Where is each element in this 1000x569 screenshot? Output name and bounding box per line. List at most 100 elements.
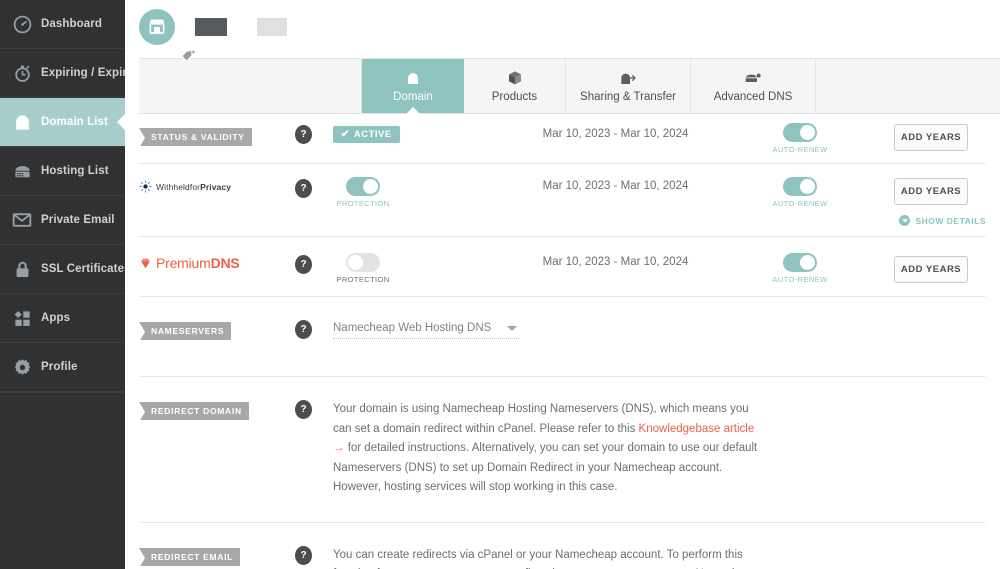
gear-icon: [11, 356, 33, 378]
sidebar-item-expiring-expired[interactable]: Expiring / Expired: [0, 49, 140, 98]
add-years-button[interactable]: ADD YEARS: [894, 256, 968, 283]
row-domain-privacy: WithheldforPrivacy ? PROTECTION Mar 10, …: [139, 164, 986, 237]
lock-icon: [11, 258, 33, 280]
sidebar-item-dashboard[interactable]: Dashboard: [0, 0, 125, 49]
privacy-protection-toggle[interactable]: [346, 177, 380, 196]
dns-server-icon: [744, 70, 762, 87]
row-premiumdns: PremiumDNS ? PROTECTION Mar 10, 2023 - M…: [139, 237, 986, 297]
sidebar-item-domain-list[interactable]: Domain List: [0, 98, 125, 147]
sidebar-item-profile[interactable]: Profile: [0, 343, 125, 392]
autorenew-toggle-wrap: AUTO-RENEW: [772, 253, 827, 284]
row-action-cell: ADD YEARS: [894, 251, 986, 283]
privacy-autorenew-toggle[interactable]: [783, 177, 817, 196]
sidebar-item-label: Apps: [41, 312, 71, 324]
help-icon[interactable]: ?: [295, 320, 312, 339]
premiumdns-logo: PremiumDNS: [139, 255, 295, 271]
tab-bar-tail: [816, 59, 1000, 113]
premiumdns-autorenew-toggle[interactable]: [783, 253, 817, 272]
help-icon[interactable]: ?: [295, 545, 312, 565]
brand-text: PremiumDNS: [156, 255, 240, 271]
brand-prefix: Withheldfor: [156, 181, 201, 192]
tab-sharing-transfer[interactable]: Sharing & Transfer: [566, 59, 691, 113]
privacy-burst-icon: [139, 180, 152, 193]
toggle-knob: [363, 179, 378, 194]
sidebar-item-label: Hosting List: [41, 165, 109, 177]
nameservers-select[interactable]: Namecheap Web Hosting DNS: [333, 322, 520, 339]
tab-products[interactable]: Products: [464, 59, 566, 113]
sidebar-item-hosting-list[interactable]: Hosting List: [0, 147, 125, 196]
row-autorenew-cell: AUTO-RENEW: [772, 177, 894, 208]
row-protection-cell: PROTECTION: [333, 251, 455, 284]
protection-toggle-wrap: PROTECTION: [336, 177, 390, 208]
row-help-cell: ?: [295, 318, 333, 339]
domain-header: [125, 0, 1000, 61]
nameservers-selected-value: Namecheap Web Hosting DNS: [333, 322, 492, 334]
add-years-button[interactable]: ADD YEARS: [894, 124, 968, 151]
avatar: [139, 9, 195, 61]
premiumdns-protection-toggle[interactable]: [346, 253, 380, 272]
tab-domain[interactable]: Domain: [362, 59, 464, 113]
row-redirect-domain: REDIRECT DOMAIN ? Your domain is using N…: [139, 377, 986, 523]
row-label-cell: REDIRECT EMAIL: [139, 544, 295, 568]
speedometer-icon: [11, 13, 33, 35]
row-select-cell: Namecheap Web Hosting DNS: [333, 318, 986, 339]
redirect-domain-label: REDIRECT DOMAIN: [139, 402, 249, 422]
redirect-domain-text-2: for detailed instructions. Alternatively…: [333, 442, 758, 493]
tab-label: Products: [491, 90, 538, 103]
brand-prefix: Premium: [156, 255, 211, 271]
redirect-email-text-1: You can create redirects via cPanel or y…: [333, 548, 757, 569]
detail-rows: STATUS & VALIDITY ? ✔ ACTIVE Mar 10, 2023…: [139, 114, 986, 569]
row-nameservers: NAMESERVERS ? Namecheap Web Hosting DNS: [139, 297, 986, 377]
tab-bar: Domain Products Sharing & Transfer Advan…: [139, 58, 1000, 114]
row-help-cell: ?: [295, 251, 333, 274]
chevron-down-icon: [899, 215, 911, 226]
tab-label: Domain: [393, 90, 433, 103]
brand-suffix: DNS: [210, 255, 240, 271]
tab-bar-spacer: [139, 59, 362, 113]
nameservers-label: NAMESERVERS: [139, 322, 232, 342]
autorenew-toggle[interactable]: [783, 123, 817, 142]
row-help-cell: ?: [295, 544, 333, 565]
protection-toggle-wrap: PROTECTION: [336, 253, 389, 284]
row-label-cell: WithheldforPrivacy: [139, 177, 295, 193]
status-badge: ✔ ACTIVE: [333, 126, 400, 143]
show-details-link[interactable]: SHOW DETAILS: [894, 215, 986, 226]
protection-caption: PROTECTION: [336, 199, 390, 208]
apps-icon: [11, 307, 33, 329]
help-icon[interactable]: ?: [295, 255, 312, 274]
help-icon[interactable]: ?: [295, 179, 312, 198]
chevron-down-icon: [507, 325, 518, 331]
autorenew-toggle-wrap: AUTO-RENEW: [772, 123, 827, 154]
redirect-email-description: You can create redirects via cPanel or y…: [333, 544, 763, 569]
row-action-cell: ADD YEARS SHOW DETAILS: [894, 177, 986, 226]
sidebar-item-apps[interactable]: Apps: [0, 294, 125, 343]
domain-status-placeholder: [257, 18, 287, 36]
domain-name-placeholder: [195, 18, 227, 36]
help-icon[interactable]: ?: [295, 400, 312, 419]
add-years-button[interactable]: ADD YEARS: [894, 178, 968, 205]
sidebar-item-label: Domain List: [41, 116, 108, 128]
validity-dates: Mar 10, 2023 - Mar 10, 2024: [542, 128, 689, 140]
row-text-cell: You can create redirects via cPanel or y…: [333, 544, 986, 569]
status-badge-label: ACTIVE: [353, 129, 392, 140]
row-date-cell: Mar 10, 2023 - Mar 10, 2024: [455, 177, 776, 192]
brand-text: WithheldforPrivacy: [156, 182, 231, 192]
row-autorenew-cell: AUTO-RENEW: [772, 123, 894, 154]
row-date-cell: Mar 10, 2023 - Mar 10, 2024: [455, 123, 776, 140]
autorenew-caption: AUTO-RENEW: [772, 275, 828, 284]
row-label-cell: PremiumDNS: [139, 251, 295, 271]
help-icon[interactable]: ?: [295, 125, 312, 144]
sidebar-item-label: Private Email: [41, 214, 115, 226]
tab-advanced-dns[interactable]: Advanced DNS: [691, 59, 816, 113]
diamond-icon: [139, 257, 152, 270]
status-validity-label: STATUS & VALIDITY: [139, 128, 252, 148]
sidebar-item-private-email[interactable]: Private Email: [0, 196, 125, 245]
toggle-knob: [800, 255, 815, 270]
sidebar-item-ssl-certificates[interactable]: SSL Certificates: [0, 245, 130, 294]
row-autorenew-cell: AUTO-RENEW: [772, 251, 894, 284]
toggle-knob: [800, 179, 815, 194]
tab-label: Sharing & Transfer: [580, 90, 676, 103]
row-status-cell: ✔ ACTIVE: [333, 123, 455, 143]
autorenew-caption: AUTO-RENEW: [772, 145, 828, 154]
row-label-cell: STATUS & VALIDITY: [139, 123, 295, 148]
